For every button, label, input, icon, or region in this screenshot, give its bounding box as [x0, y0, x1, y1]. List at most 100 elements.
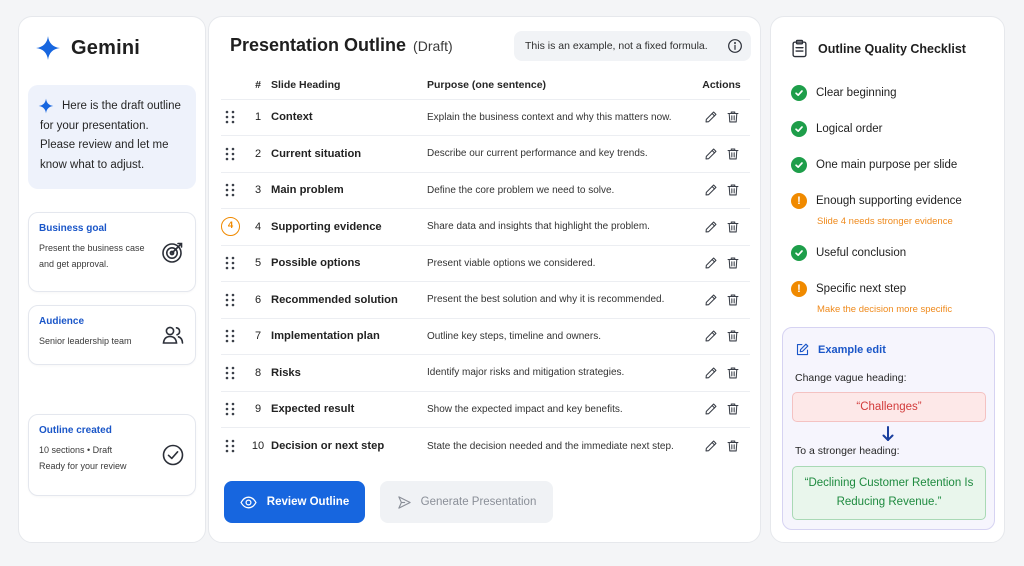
column-header-heading: Slide Heading	[271, 79, 427, 100]
drag-handle-icon[interactable]	[225, 293, 235, 307]
trash-icon[interactable]	[726, 439, 740, 453]
edit-icon[interactable]	[704, 293, 718, 307]
arrow-down-icon	[882, 426, 894, 441]
row-purpose: Explain the business context and why thi…	[427, 98, 693, 136]
trash-icon[interactable]	[726, 183, 740, 197]
outline-title: Presentation Outline	[230, 35, 407, 55]
checklist-item: Clear beginning	[791, 85, 897, 101]
edit-icon[interactable]	[704, 402, 718, 416]
table-row: 5 Possible options Present viable options …	[221, 244, 750, 282]
edit-icon[interactable]	[704, 147, 718, 161]
outline-status: (Draft)	[413, 38, 453, 54]
business-goal-card: Business goal Present the business case …	[28, 212, 196, 292]
table-row: 3 Main problem Define the core problem we …	[221, 171, 750, 209]
brand: Gemini	[35, 35, 140, 61]
stronger-heading-example: “Declining Customer Retention Is Reducin…	[792, 466, 986, 520]
drag-handle-icon[interactable]	[225, 183, 235, 197]
row-actions	[693, 317, 750, 355]
row-grip[interactable]	[221, 244, 245, 282]
drag-handle-icon[interactable]	[225, 110, 235, 124]
row-number: 2	[245, 135, 271, 172]
row-actions	[693, 208, 750, 245]
checklist-item-label: Logical order	[816, 123, 883, 135]
users-icon	[162, 326, 184, 344]
row-heading: Possible options	[271, 244, 427, 282]
checklist-item-label: Specific next step	[816, 283, 907, 295]
row-number: 3	[245, 171, 271, 209]
stronger-heading-text: “Declining Customer Retention Is Reducin…	[804, 477, 974, 508]
row-heading: Risks	[271, 354, 427, 391]
outline-created-title: Outline created	[39, 425, 112, 436]
row-number: 9	[245, 390, 271, 428]
edit-icon[interactable]	[704, 110, 718, 124]
checklist-panel: Outline Quality Checklist Clear beginnin…	[770, 16, 1005, 543]
checklist-item-note: Slide 4 needs stronger evidence	[817, 216, 953, 227]
row-number: 7	[245, 317, 271, 355]
trash-icon[interactable]	[726, 329, 740, 343]
trash-icon[interactable]	[726, 366, 740, 380]
example-notice: This is an example, not a fixed formula.	[514, 31, 751, 61]
row-purpose: State the decision needed and the immedi…	[427, 427, 693, 464]
drag-handle-icon[interactable]	[225, 256, 235, 270]
checklist-item: One main purpose per slide	[791, 157, 957, 173]
outline-table: # Slide Heading Purpose (one sentence) A…	[221, 79, 750, 464]
clipboard-icon	[792, 39, 807, 58]
checklist-title: Outline Quality Checklist	[818, 41, 966, 56]
row-grip[interactable]: 4	[221, 208, 245, 245]
row-number: 6	[245, 281, 271, 318]
edit-icon[interactable]	[704, 329, 718, 343]
vague-heading-example: “Challenges”	[792, 392, 986, 422]
generate-presentation-button[interactable]: Generate Presentation	[380, 481, 553, 523]
grip-column-header	[221, 79, 245, 100]
row-grip[interactable]	[221, 390, 245, 428]
table-header: # Slide Heading Purpose (one sentence) A…	[221, 79, 750, 100]
drag-handle-icon[interactable]	[225, 147, 235, 161]
edit-icon[interactable]	[704, 220, 718, 234]
edit-icon	[796, 343, 809, 356]
row-grip[interactable]	[221, 317, 245, 355]
business-goal-title: Business goal	[39, 223, 107, 234]
checklist-item-label: One main purpose per slide	[816, 159, 958, 171]
table-row: 4 4 Supporting evidence Share data and insi…	[221, 208, 750, 245]
trash-icon[interactable]	[726, 147, 740, 161]
row-grip[interactable]	[221, 98, 245, 136]
generate-presentation-label: Generate Presentation	[420, 496, 537, 508]
trash-icon[interactable]	[726, 256, 740, 270]
gemini-star-icon	[38, 98, 54, 114]
checklist-item-label: Clear beginning	[816, 87, 897, 99]
row-grip[interactable]	[221, 135, 245, 172]
checklist-header: Outline Quality Checklist	[791, 39, 966, 58]
row-purpose: Identify major risks and mitigation stra…	[427, 354, 693, 391]
outline-created-card: Outline created 10 sections • Draft Read…	[28, 414, 196, 496]
drag-handle-icon[interactable]	[225, 402, 235, 416]
row-heading: Supporting evidence	[271, 208, 427, 245]
row-grip[interactable]	[221, 427, 245, 464]
trash-icon[interactable]	[726, 402, 740, 416]
change-heading-label: Change vague heading:	[795, 372, 907, 384]
row-grip[interactable]	[221, 281, 245, 318]
edit-icon[interactable]	[704, 439, 718, 453]
row-purpose: Present the best solution and why it is …	[427, 281, 693, 318]
check-icon	[791, 157, 807, 173]
edit-icon[interactable]	[704, 256, 718, 270]
trash-icon[interactable]	[726, 220, 740, 234]
outline-panel: Presentation Outline (Draft) This is an …	[208, 16, 761, 543]
drag-handle-icon[interactable]	[225, 439, 235, 453]
row-grip[interactable]	[221, 354, 245, 391]
row-grip[interactable]	[221, 171, 245, 209]
row-actions	[693, 281, 750, 318]
review-outline-button[interactable]: Review Outline	[224, 481, 365, 523]
left-panel: Gemini Here is the draft outline for you…	[18, 16, 206, 543]
row-actions	[693, 244, 750, 282]
trash-icon[interactable]	[726, 110, 740, 124]
trash-icon[interactable]	[726, 293, 740, 307]
table-row: 6 Recommended solution Present the best so…	[221, 281, 750, 318]
audience-card: Audience Senior leadership team	[28, 305, 196, 365]
drag-handle-icon[interactable]	[225, 366, 235, 380]
info-icon[interactable]	[727, 38, 743, 54]
table-row: 10 Decision or next step State the decisio…	[221, 427, 750, 464]
example-edit-title: Example edit	[818, 343, 886, 356]
drag-handle-icon[interactable]	[225, 329, 235, 343]
edit-icon[interactable]	[704, 183, 718, 197]
edit-icon[interactable]	[704, 366, 718, 380]
